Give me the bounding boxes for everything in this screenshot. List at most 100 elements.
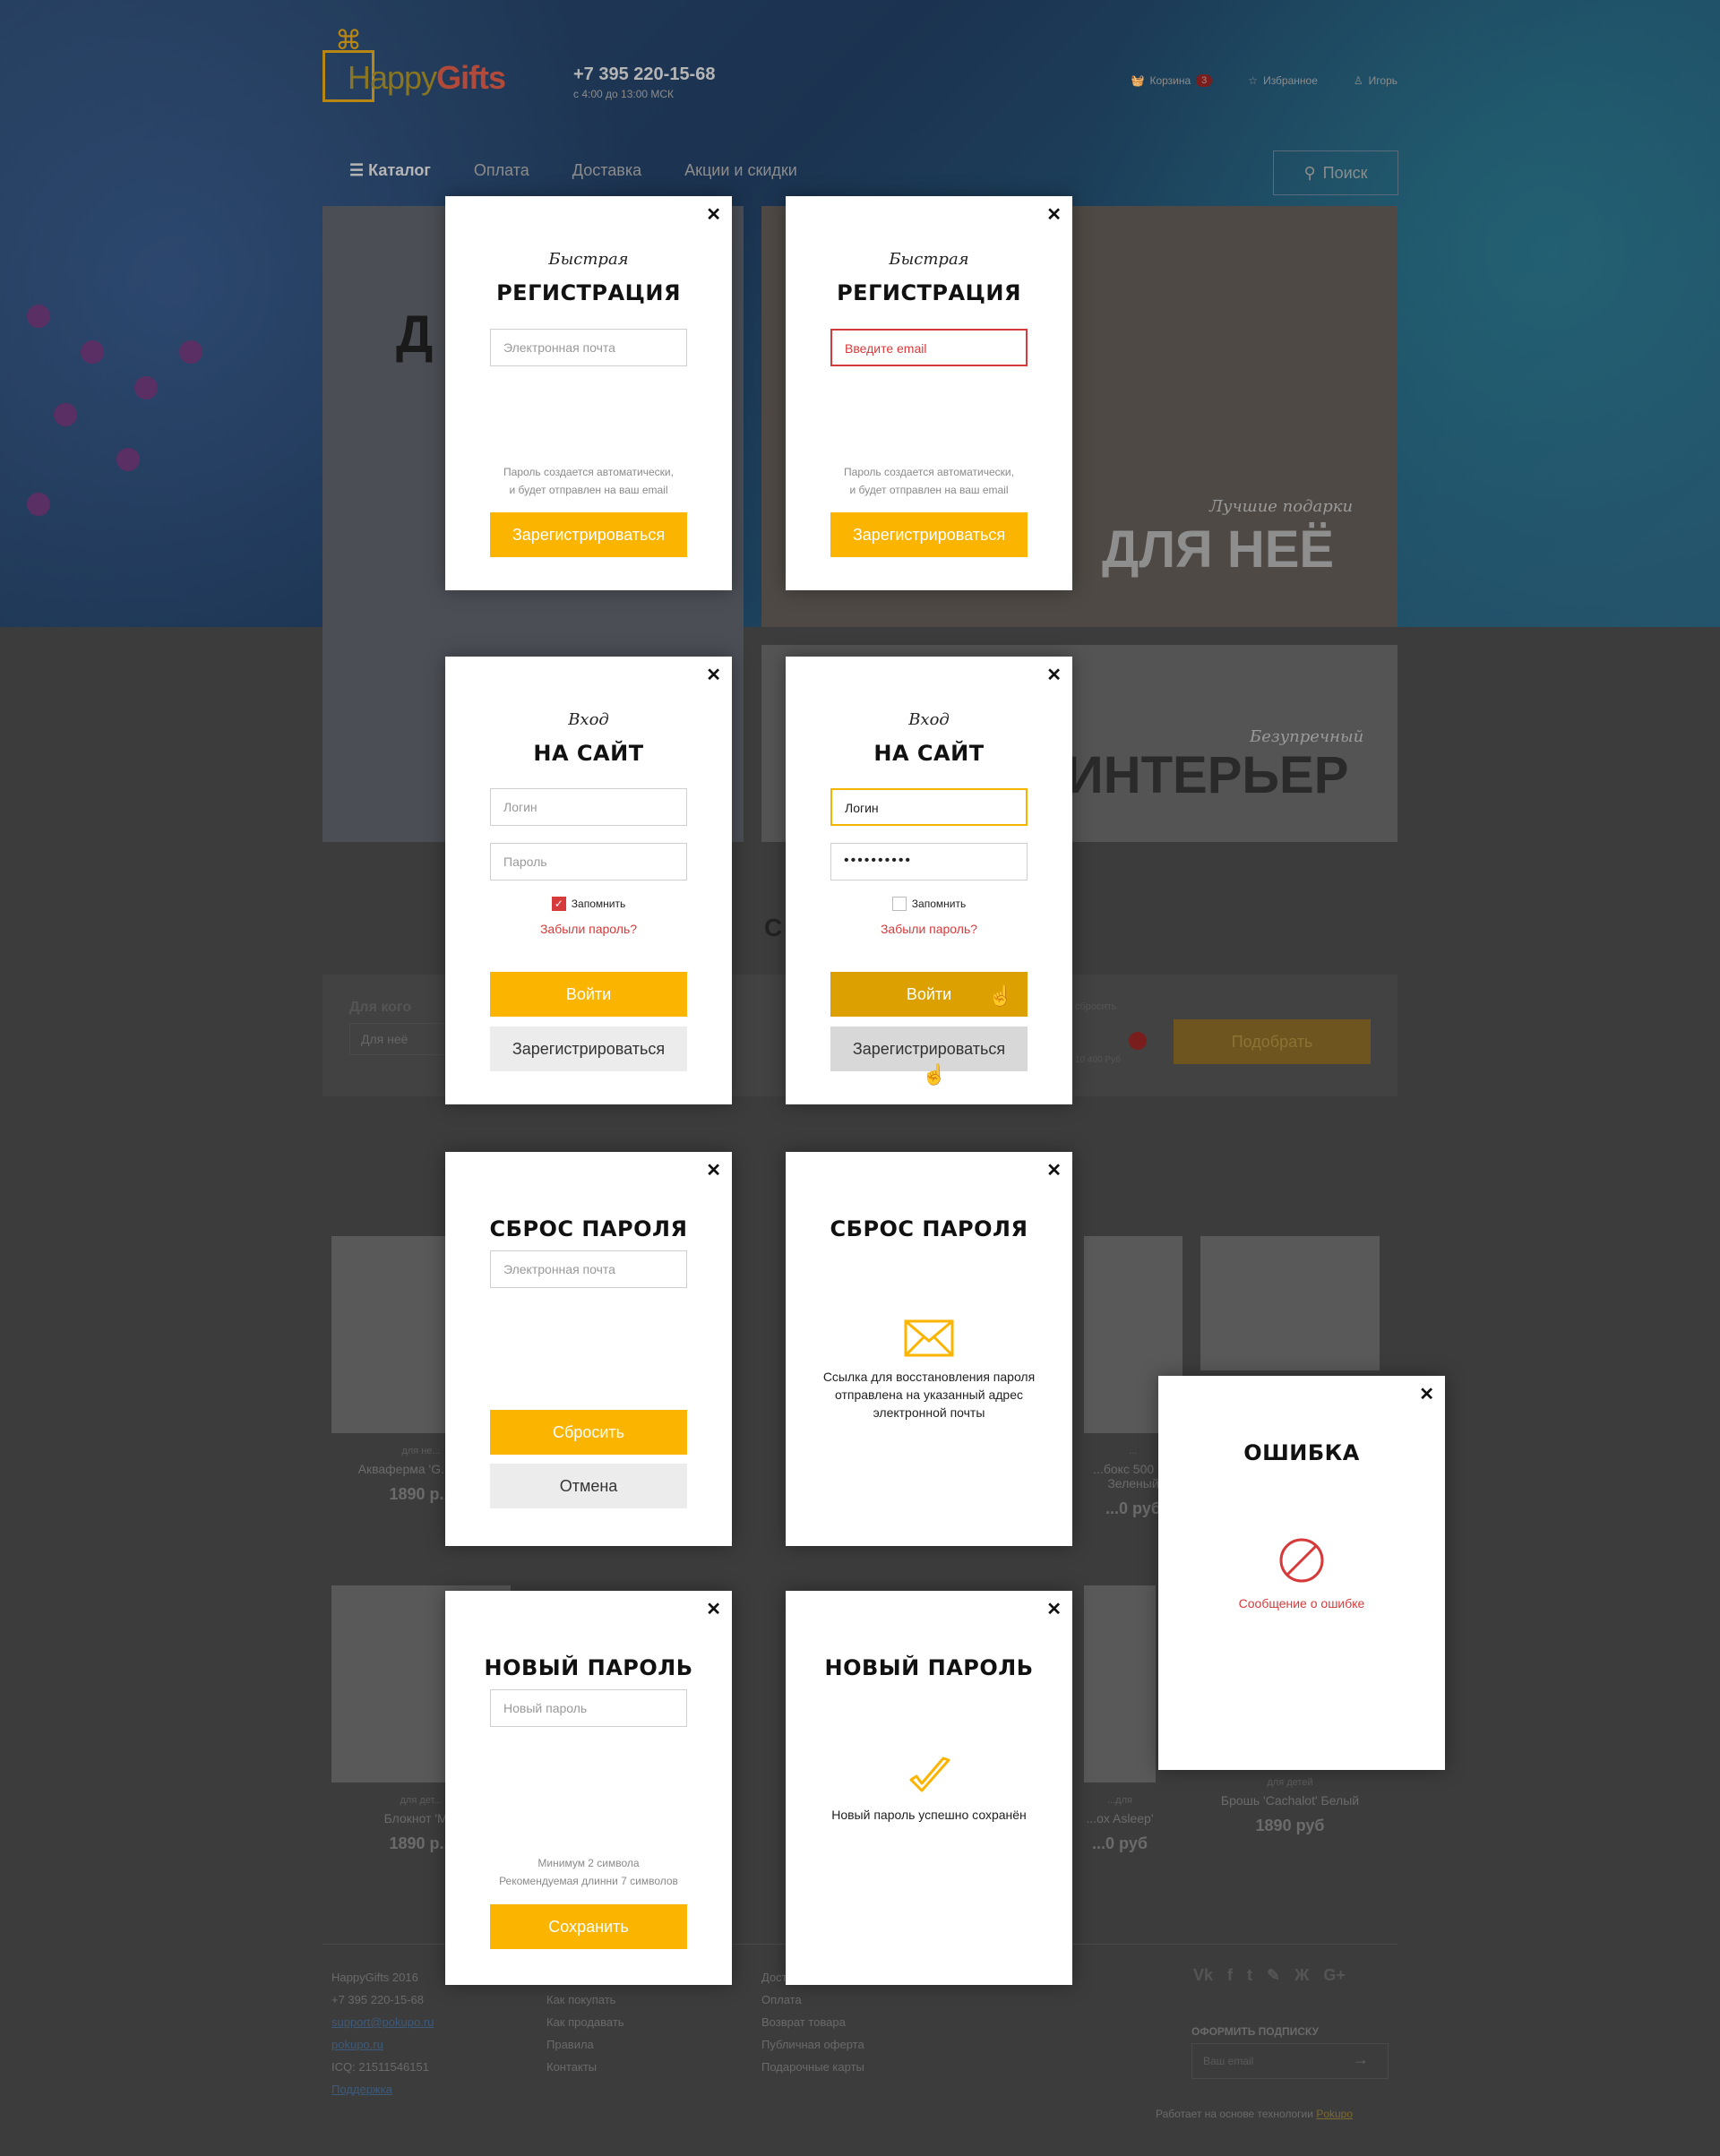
promo-tile-3-subtitle: Безупречный xyxy=(1250,727,1364,746)
new-password-field[interactable]: Новый пароль xyxy=(490,1689,687,1727)
modal-title: СБРОС ПАРОЛЯ xyxy=(489,1216,688,1241)
powered-link[interactable]: Pokupo xyxy=(1316,2108,1353,2120)
modal-subtitle: Вход xyxy=(908,710,950,729)
cart-link[interactable]: 🧺 Корзина 3 xyxy=(1131,74,1213,87)
promo-tile-2-subtitle: Лучшие подарки xyxy=(1209,497,1354,516)
twitter-icon[interactable]: t xyxy=(1247,1966,1252,1985)
close-icon[interactable]: ✕ xyxy=(1046,664,1062,686)
footer-link[interactable]: Как покупать xyxy=(546,1989,624,2011)
reset-password-modal: ✕ СБРОС ПАРОЛЯ Электронная почта Сбросит… xyxy=(445,1152,732,1546)
price-slider-handle[interactable] xyxy=(1129,1032,1147,1050)
powered-text: Работает на основе технологии xyxy=(1156,2108,1313,2120)
footer-link[interactable]: Правила xyxy=(546,2033,624,2056)
password-hint-1: Пароль создается автоматически, xyxy=(844,466,1014,478)
close-icon[interactable]: ✕ xyxy=(706,1159,721,1181)
save-button[interactable]: Сохранить xyxy=(490,1904,687,1949)
email-field-error[interactable]: Введите email xyxy=(830,329,1028,366)
email-field[interactable]: Электронная почта xyxy=(490,1250,687,1288)
password-field[interactable]: Пароль xyxy=(490,843,687,880)
login-filled-modal: ✕ Вход НА САЙТ Логин •••••••••• Запомнит… xyxy=(786,657,1072,1104)
nav-item-sales[interactable]: Акции и скидки xyxy=(684,161,797,180)
close-icon[interactable]: ✕ xyxy=(1046,203,1062,226)
footer-email-link[interactable]: support@pokupo.ru xyxy=(331,2011,434,2033)
footer-link[interactable]: Как продавать xyxy=(546,2011,624,2033)
login-field-focused[interactable]: Логин xyxy=(830,788,1028,826)
product-image xyxy=(1084,1585,1156,1782)
close-icon[interactable]: ✕ xyxy=(706,664,721,686)
nav-item-payment[interactable]: Оплата xyxy=(474,161,529,180)
close-icon[interactable]: ✕ xyxy=(706,203,721,226)
filter-label: Для кого xyxy=(349,1000,412,1015)
forgot-password-link[interactable]: Забыли пароль? xyxy=(786,922,1072,936)
google-plus-icon[interactable]: G+ xyxy=(1323,1966,1346,1985)
footer-support-link[interactable]: Поддержка xyxy=(331,2078,434,2100)
close-icon[interactable]: ✕ xyxy=(706,1598,721,1620)
livejournal-icon[interactable]: ✎ xyxy=(1267,1966,1280,1985)
password-hint-2: и будет отправлен на ваш email xyxy=(509,484,668,496)
new-password-modal: ✕ НОВЫЙ ПАРОЛЬ Новый пароль Минимум 2 си… xyxy=(445,1591,732,1985)
arrow-right-icon[interactable]: → xyxy=(1353,2050,1369,2069)
footer-link[interactable]: Контакты xyxy=(546,2056,624,2078)
logo[interactable]: ⌘ HappyGifts xyxy=(322,25,520,110)
remember-checkbox-row[interactable]: Запомнить xyxy=(786,897,1072,911)
modal-title: РЕГИСТРАЦИЯ xyxy=(496,280,681,305)
product-card[interactable] xyxy=(1200,1236,1380,1383)
cancel-button[interactable]: Отмена xyxy=(490,1464,687,1508)
search-label: Поиск xyxy=(1322,163,1368,182)
close-icon[interactable]: ✕ xyxy=(1046,1159,1062,1181)
password-field-filled[interactable]: •••••••••• xyxy=(830,843,1028,880)
close-icon[interactable]: ✕ xyxy=(1419,1383,1434,1405)
nav-item-delivery[interactable]: Доставка xyxy=(572,161,641,180)
favorites-link[interactable]: ☆ Избранное xyxy=(1248,74,1318,87)
product-category: ...для xyxy=(1107,1795,1132,1806)
checkbox-unchecked-icon[interactable] xyxy=(891,897,907,911)
subscribe-label: ОФОРМИТЬ ПОДПИСКУ xyxy=(1191,2025,1320,2038)
user-link[interactable]: ♙ Игорь xyxy=(1354,74,1398,87)
login-button[interactable]: Войти xyxy=(490,972,687,1017)
remember-checkbox-row[interactable]: ✓ Запомнить xyxy=(445,897,732,911)
register-button[interactable]: Зарегистрироваться xyxy=(830,512,1028,557)
footer-link[interactable]: Подарочные карты xyxy=(761,2056,864,2078)
product-name: ...ox Asleep' xyxy=(1086,1811,1154,1825)
envelope-icon xyxy=(904,1319,954,1357)
remember-label: Запомнить xyxy=(911,898,967,910)
filter-submit-button[interactable]: Подобрать xyxy=(1174,1019,1371,1064)
register-button[interactable]: Зарегистрироваться xyxy=(490,1026,687,1071)
login-modal: ✕ Вход НА САЙТ Логин Пароль ✓ Запомнить … xyxy=(445,657,732,1104)
catalog-label: Каталог xyxy=(368,161,431,179)
product-name: Брошь 'Cachalot' Белый xyxy=(1220,1793,1360,1808)
product-category: для детей xyxy=(1267,1777,1313,1788)
reset-button[interactable]: Сбросить xyxy=(490,1410,687,1455)
forgot-password-link[interactable]: Забыли пароль? xyxy=(445,922,732,936)
main-nav: ☰ Каталог Оплата Доставка Акции и скидки xyxy=(349,161,797,180)
site-header: ⌘ HappyGifts +7 395 220-15-68 с 4:00 до … xyxy=(322,25,1398,106)
footer-link[interactable]: Возврат товара xyxy=(761,2011,864,2033)
email-field[interactable]: Электронная почта xyxy=(490,329,687,366)
filter-reset[interactable]: сбросить xyxy=(1075,1001,1116,1012)
search-button[interactable]: ⚲ Поиск xyxy=(1273,150,1398,195)
footer-site-link[interactable]: pokupo.ru xyxy=(331,2033,434,2056)
modal-subtitle: Вход xyxy=(568,710,609,729)
reset-password-sent-modal: ✕ СБРОС ПАРОЛЯ Ссылка для восстановления… xyxy=(786,1152,1072,1546)
product-card[interactable]: ...для ...ox Asleep' ...0 руб xyxy=(1075,1585,1165,1853)
checkbox-checked-icon[interactable]: ✓ xyxy=(551,897,566,911)
close-icon[interactable]: ✕ xyxy=(1046,1598,1062,1620)
footer-link[interactable]: Публичная оферта xyxy=(761,2033,864,2056)
header-phone[interactable]: +7 395 220-15-68 xyxy=(573,64,715,85)
forbidden-icon xyxy=(1279,1538,1324,1583)
register-button[interactable]: Зарегистрироваться xyxy=(490,512,687,557)
catalog-menu[interactable]: ☰ Каталог xyxy=(349,161,431,180)
login-field[interactable]: Логин xyxy=(490,788,687,826)
favorites-label: Избранное xyxy=(1263,74,1318,87)
footer-link[interactable]: Оплата xyxy=(761,1989,864,2011)
password-hint-1: Пароль создается автоматически, xyxy=(503,466,674,478)
facebook-icon[interactable]: f xyxy=(1227,1966,1233,1985)
footer-col-help: Как покупать Как продавать Правила Конта… xyxy=(546,1989,624,2078)
modal-title: ОШИБКА xyxy=(1243,1440,1360,1465)
footer-icq: ICQ: 21511546151 xyxy=(331,2060,429,2074)
user-label: Игорь xyxy=(1368,74,1398,87)
odnoklassniki-icon[interactable]: Ж xyxy=(1294,1966,1309,1985)
product-image xyxy=(1200,1236,1380,1370)
password-hint-2: и будет отправлен на ваш email xyxy=(849,484,1009,496)
vk-icon[interactable]: Vk xyxy=(1193,1966,1213,1985)
